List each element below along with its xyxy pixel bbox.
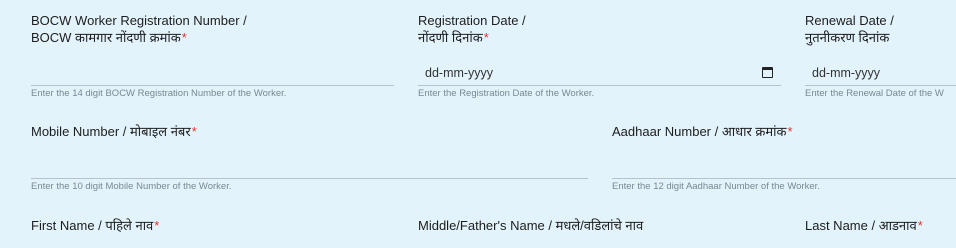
- required-marker: *: [181, 30, 187, 45]
- required-marker: *: [787, 124, 793, 139]
- last-name-label: Last Name / आडनाव*: [805, 218, 923, 233]
- registration-number-label: BOCW Worker Registration Number / BOCW क…: [31, 13, 247, 45]
- required-marker: *: [483, 30, 489, 45]
- registration-date-field: Registration Date / नोंदणी दिनांक* dd-mm…: [418, 12, 781, 99]
- aadhaar-number-input[interactable]: [612, 155, 956, 179]
- aadhaar-number-label: Aadhaar Number / आधार क्रमांक*: [612, 124, 793, 139]
- mobile-number-input[interactable]: [31, 155, 588, 179]
- registration-date-label: Registration Date / नोंदणी दिनांक*: [418, 13, 526, 45]
- renewal-date-field: Renewal Date / नुतनीकरण दिनांक dd-mm-yyy…: [805, 12, 956, 99]
- aadhaar-number-help: Enter the 12 digit Aadhaar Number of the…: [612, 181, 820, 192]
- registration-date-help: Enter the Registration Date of the Worke…: [418, 88, 595, 99]
- date-placeholder: dd-mm-yyyy: [425, 66, 494, 80]
- registration-number-input[interactable]: [31, 62, 394, 86]
- mobile-number-label: Mobile Number / मोबाइल नंबर*: [31, 124, 197, 139]
- registration-number-help: Enter the 14 digit BOCW Registration Num…: [31, 88, 287, 99]
- mobile-number-help: Enter the 10 digit Mobile Number of the …: [31, 181, 232, 192]
- date-placeholder: dd-mm-yyyy: [812, 66, 881, 80]
- calendar-icon[interactable]: [762, 67, 773, 78]
- middle-name-field: Middle/Father's Name / मधले/वडिलांचे नाव: [418, 217, 643, 234]
- first-name-field: First Name / पहिले नाव*: [31, 217, 159, 234]
- required-marker: *: [917, 218, 923, 233]
- last-name-field: Last Name / आडनाव*: [805, 217, 923, 234]
- registration-number-field: BOCW Worker Registration Number / BOCW क…: [31, 12, 394, 99]
- renewal-date-input[interactable]: dd-mm-yyyy: [805, 62, 956, 86]
- renewal-date-help: Enter the Renewal Date of the W: [805, 88, 944, 99]
- required-marker: *: [191, 124, 197, 139]
- aadhaar-number-field: Aadhaar Number / आधार क्रमांक* Enter the…: [612, 123, 956, 192]
- registration-date-input[interactable]: dd-mm-yyyy: [418, 62, 781, 86]
- renewal-date-label: Renewal Date / नुतनीकरण दिनांक: [805, 13, 894, 45]
- required-marker: *: [154, 218, 160, 233]
- middle-name-label: Middle/Father's Name / मधले/वडिलांचे नाव: [418, 218, 644, 233]
- first-name-label: First Name / पहिले नाव*: [31, 218, 160, 233]
- mobile-number-field: Mobile Number / मोबाइल नंबर* Enter the 1…: [31, 123, 588, 192]
